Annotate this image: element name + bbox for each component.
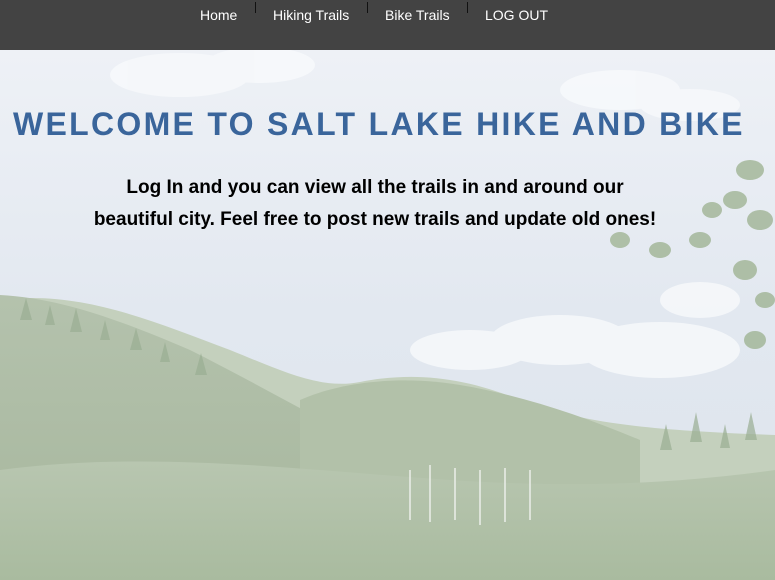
nav-link-home[interactable]: Home: [200, 7, 237, 23]
nav-menu: Home Hiking Trails Bike Trails LOG OUT: [0, 0, 775, 30]
nav-divider: [467, 2, 468, 13]
nav-link-bike-trails[interactable]: Bike Trails: [385, 7, 450, 23]
nav-divider: [255, 2, 256, 13]
nav-divider: [367, 2, 368, 13]
nav-link-logout[interactable]: LOG OUT: [485, 7, 548, 23]
hero-section: WELCOME TO SALT LAKE HIKE AND BIKE Log I…: [0, 50, 775, 580]
intro-text-line-1: Log In and you can view all the trails i…: [126, 177, 624, 198]
top-navbar: Home Hiking Trails Bike Trails LOG OUT: [0, 0, 775, 50]
intro-text: Log In and you can view all the trails i…: [40, 172, 710, 236]
page-title: WELCOME TO SALT LAKE HIKE AND BIKE: [13, 106, 745, 142]
intro-text-line-2: beautiful city. Feel free to post new tr…: [93, 209, 657, 230]
nav-link-hiking-trails[interactable]: Hiking Trails: [273, 7, 349, 23]
